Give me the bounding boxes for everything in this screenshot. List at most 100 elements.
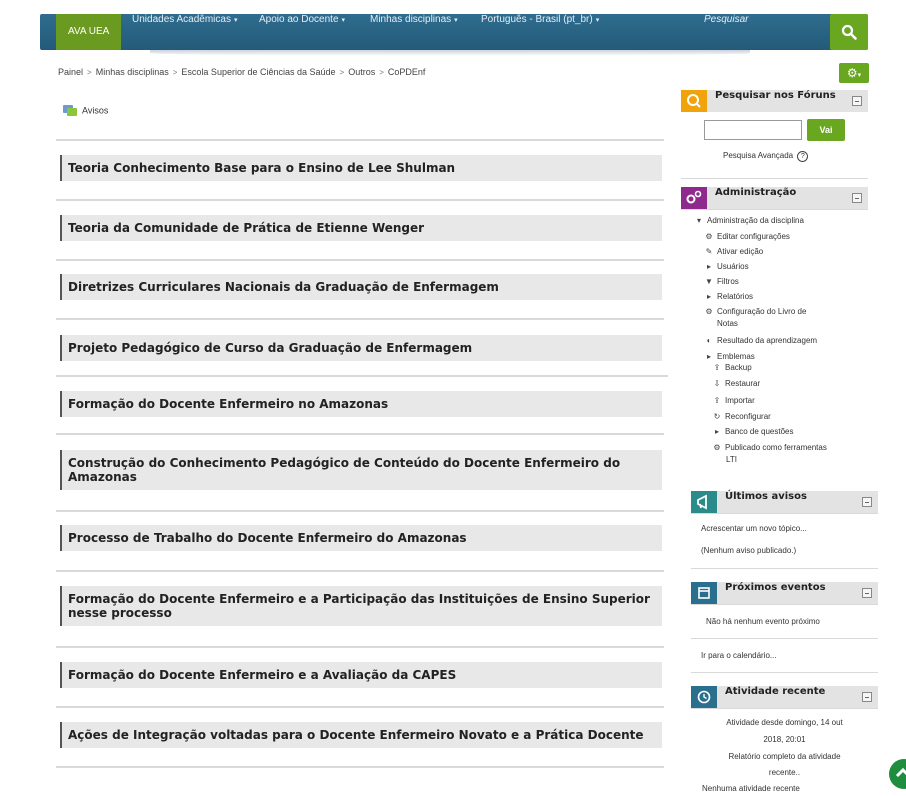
admin-item-continuation[interactable]: LTI <box>726 455 737 465</box>
divider <box>56 766 664 768</box>
admin-item[interactable]: ▸ Usuários <box>704 262 749 272</box>
chevron-right-icon: > <box>172 68 178 77</box>
menu-label: Apoio ao Docente <box>259 14 339 25</box>
caret-down-icon: ▾ <box>857 71 862 79</box>
admin-item-label: Relatórios <box>717 292 754 301</box>
caret-right-icon: ▸ <box>706 262 711 271</box>
breadcrumb-item[interactable]: Minhas disciplinas <box>96 67 169 77</box>
admin-item[interactable]: ⇪ Importar <box>712 396 755 406</box>
divider <box>56 199 664 201</box>
recent-since-line1: Atividade desde domingo, 14 out <box>726 718 843 727</box>
no-news-text: (Nenhum aviso publicado.) <box>701 546 797 555</box>
admin-item[interactable]: ↻ Reconfigurar <box>712 412 771 422</box>
admin-item[interactable]: ✎ Ativar edição <box>704 247 764 257</box>
calendar-icon <box>691 582 717 604</box>
forum-search-button[interactable]: Vai <box>807 119 845 141</box>
chevron-up-icon <box>895 767 906 778</box>
admin-item[interactable]: ⚙ Publicado como ferramentas <box>712 443 827 453</box>
download-icon: ⇩ <box>713 379 721 388</box>
scroll-top-button[interactable] <box>889 759 906 789</box>
navbar-search-input[interactable]: Pesquisar <box>704 14 748 25</box>
block-title: Pesquisar nos Fóruns <box>715 90 836 101</box>
collapse-icon[interactable] <box>862 692 872 702</box>
collapse-icon[interactable] <box>852 193 862 203</box>
admin-item[interactable]: ▾ Administração da disciplina <box>694 216 804 226</box>
menu-minhas-disciplinas[interactable]: Minhas disciplinas ▾ <box>370 14 458 50</box>
divider <box>691 708 878 709</box>
section-title: Ações de Integração voltadas para o Doce… <box>60 722 662 748</box>
outcomes-icon: ◐ <box>706 336 712 345</box>
admin-item[interactable]: ▸ Banco de questões <box>712 427 794 437</box>
caret-down-icon: ▾ <box>595 17 600 24</box>
section-title: Formação do Docente Enfermeiro no Amazon… <box>60 391 662 417</box>
collapse-icon[interactable] <box>862 588 872 598</box>
admin-block-header: Administração <box>681 187 868 209</box>
gear-icon: ⚙ <box>705 307 713 316</box>
admin-item-label: Publicado como ferramentas <box>725 443 827 452</box>
caret-right-icon: ▸ <box>714 427 719 436</box>
upload-icon: ⇪ <box>713 363 721 372</box>
breadcrumb-item[interactable]: Escola Superior de Ciências da Saúde <box>181 67 335 77</box>
admin-item[interactable]: ⚙ Configuração do Livro de <box>704 307 806 317</box>
divider <box>691 672 878 673</box>
admin-item-label: Ativar edição <box>717 247 764 256</box>
pencil-icon: ✎ <box>705 247 713 256</box>
top-navbar: AVA UEA Unidades Acadêmicas ▾ Apoio ao Do… <box>40 14 868 50</box>
calendar-link[interactable]: Ir para o calendário... <box>701 651 777 660</box>
filter-icon: ▼ <box>705 277 713 286</box>
advanced-search-link[interactable]: Pesquisa Avançada ? <box>723 151 809 162</box>
admin-item[interactable]: ⚙ Editar configurações <box>704 232 790 242</box>
divider <box>56 433 664 435</box>
admin-item-continuation[interactable]: Notas <box>717 319 738 329</box>
events-block-header: Próximos eventos <box>691 582 878 604</box>
admin-item[interactable]: ◐ Resultado da aprendizagem <box>704 336 818 346</box>
divider <box>56 318 664 320</box>
caret-right-icon: ▸ <box>706 352 711 361</box>
admin-item[interactable]: ▸ Emblemas <box>704 352 755 362</box>
breadcrumb-item[interactable]: Outros <box>348 67 375 77</box>
add-topic-link[interactable]: Acrescentar um novo tópico... <box>701 524 807 533</box>
forum-search-input[interactable] <box>704 120 802 140</box>
admin-item-label: Filtros <box>717 277 739 286</box>
megaphone-icon <box>691 491 717 513</box>
recent-since-line2: 2018, 20:01 <box>763 735 806 744</box>
upload-icon: ⇪ <box>713 396 721 405</box>
divider <box>56 139 664 141</box>
gear-icon: ⚙ <box>846 66 858 80</box>
divider <box>691 568 878 569</box>
advanced-search-label: Pesquisa Avançada <box>723 151 794 160</box>
full-report-link-continuation[interactable]: recente.. <box>691 768 878 777</box>
admin-item-label: Administração da disciplina <box>707 216 804 225</box>
section-title: Processo de Trabalho do Docente Enfermei… <box>60 525 662 551</box>
section-title: Teoria da Comunidade de Prática de Etien… <box>60 215 662 241</box>
gear-icon: ⚙ <box>705 232 713 241</box>
admin-item[interactable]: ▸ Relatórios <box>704 292 753 302</box>
divider <box>681 209 868 210</box>
breadcrumb-item[interactable]: CoPDEnf <box>388 67 426 77</box>
admin-item[interactable]: ⇪ Backup <box>712 363 752 373</box>
menu-language[interactable]: Português - Brasil (pt_br) ▾ <box>481 14 599 50</box>
avisos-link[interactable]: Avisos <box>62 104 108 118</box>
gear-icon: ⚙ <box>713 443 721 452</box>
divider <box>56 510 664 512</box>
collapse-icon[interactable] <box>852 96 862 106</box>
no-recent-text: Nenhuma atividade recente <box>702 784 800 793</box>
search-icon <box>841 24 857 40</box>
collapse-icon[interactable] <box>862 497 872 507</box>
admin-item[interactable]: ⇩ Restaurar <box>712 379 760 389</box>
admin-item[interactable]: ▼ Filtros <box>704 277 739 287</box>
gears-icon <box>681 187 707 209</box>
menu-apoio-ao-docente[interactable]: Apoio ao Docente ▾ <box>259 14 345 50</box>
reset-icon: ↻ <box>713 412 721 421</box>
help-icon[interactable]: ? <box>797 151 809 162</box>
brand-link[interactable]: AVA UEA <box>56 14 122 50</box>
full-report-link[interactable]: Relatório completo da atividade <box>691 752 878 761</box>
chevron-right-icon: > <box>87 68 92 77</box>
menu-label: Minhas disciplinas <box>370 14 452 25</box>
chevron-right-icon: > <box>379 68 384 77</box>
navbar-search-button[interactable] <box>830 14 868 50</box>
menu-unidades-academicas[interactable]: Unidades Acadêmicas ▾ <box>132 14 237 50</box>
course-settings-button[interactable]: ⚙▾ <box>839 63 869 83</box>
breadcrumb-item[interactable]: Painel <box>58 67 83 77</box>
clock-icon <box>691 686 717 708</box>
